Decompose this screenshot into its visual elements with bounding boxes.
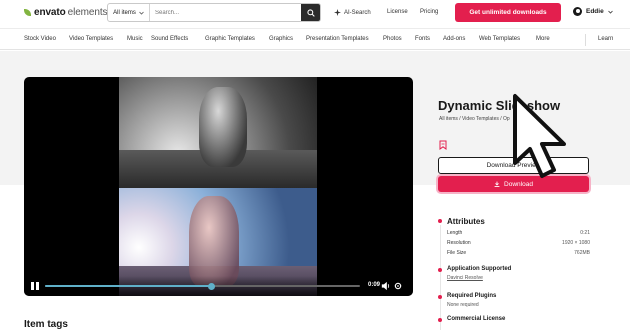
attribute-row-file-size: File Size 762MB [447, 250, 590, 256]
logo-sub: elements [67, 7, 108, 18]
chevron-down-icon [139, 11, 144, 15]
user-menu[interactable]: Eddie [573, 7, 613, 16]
logo-main: envato [34, 7, 66, 18]
download-icon [494, 181, 500, 187]
mouse-pointer-icon [513, 94, 566, 178]
gear-icon[interactable] [393, 281, 403, 291]
nav-graphic-templates[interactable]: Graphic Templates [205, 36, 255, 42]
sparkle-icon [334, 9, 341, 16]
nav-video-templates[interactable]: Video Templates [69, 36, 113, 42]
section-bullet [438, 268, 442, 272]
progress-bar[interactable] [45, 282, 360, 290]
get-unlimited-downloads-button[interactable]: Get unlimited downloads [455, 3, 561, 22]
bookmark-icon[interactable] [439, 140, 447, 150]
attribute-row-resolution: Resolution 1920 × 1080 [447, 240, 590, 246]
search-category-label: All items [113, 9, 136, 16]
search-icon [306, 8, 315, 17]
nav-music[interactable]: Music [127, 36, 143, 42]
current-time: 0:09 [368, 282, 381, 288]
nav-graphics[interactable]: Graphics [269, 36, 293, 42]
pause-icon [31, 282, 34, 290]
search-bar: All items [107, 3, 321, 22]
user-name: Eddie [586, 8, 604, 15]
attribute-label: Length [447, 230, 463, 236]
section-bullet [438, 318, 442, 322]
nav-add-ons[interactable]: Add-ons [443, 36, 465, 42]
nav-web-templates[interactable]: Web Templates [479, 36, 520, 42]
required-plugins-heading: Required Plugins [447, 293, 497, 299]
attribute-value: 0:21 [580, 230, 590, 236]
application-supported-heading: Application Supported [447, 266, 512, 272]
nav-presentation-templates[interactable]: Presentation Templates [306, 36, 369, 42]
application-link[interactable]: Davinci Resolve [447, 275, 483, 281]
envato-logo[interactable]: envato elements [24, 7, 108, 18]
nav-fonts[interactable]: Fonts [415, 36, 430, 42]
ai-search-link[interactable]: AI-Search [334, 9, 371, 16]
attribute-row-length: Length 0:21 [447, 230, 590, 236]
video-frame-top [119, 77, 317, 188]
nav-divider [585, 34, 586, 46]
attribute-value: 762MB [574, 250, 590, 256]
search-input[interactable] [150, 4, 301, 21]
top-bar: envatoelements All items AI-Search Licen… [0, 0, 630, 28]
leaf-icon [24, 9, 31, 16]
section-bullet [438, 295, 442, 299]
progress-handle[interactable] [208, 282, 216, 290]
nav-photos[interactable]: Photos [383, 36, 402, 42]
video-player[interactable]: 0:09 [24, 77, 413, 296]
license-link[interactable]: License [387, 9, 408, 15]
progress-fill [45, 285, 212, 287]
search-category-select[interactable]: All items [108, 4, 150, 21]
required-plugins-value: None required [447, 302, 479, 308]
ai-search-label: AI-Search [344, 9, 371, 16]
avatar [573, 7, 582, 16]
player-controls: 0:09 [24, 276, 413, 296]
item-tags-heading: Item tags [24, 319, 68, 330]
attribute-label: Resolution [447, 240, 471, 246]
nav-learn[interactable]: Learn [598, 36, 613, 42]
download-label: Download [504, 180, 533, 188]
category-nav: Stock Video Video Templates Music Sound … [0, 28, 630, 50]
nav-more[interactable]: More [536, 36, 550, 42]
attributes-heading: Attributes [447, 217, 485, 226]
attribute-value: 1920 × 1080 [562, 240, 590, 246]
attribute-label: File Size [447, 250, 467, 256]
attributes-timeline [439, 225, 441, 330]
pricing-link[interactable]: Pricing [420, 9, 438, 15]
chevron-down-icon [607, 10, 613, 14]
search-button[interactable] [301, 4, 320, 21]
pause-button[interactable] [31, 282, 39, 290]
nav-stock-video[interactable]: Stock Video [24, 36, 56, 42]
nav-sound-effects[interactable]: Sound Effects [151, 36, 188, 42]
attributes-bullet [438, 219, 442, 223]
volume-icon[interactable] [381, 281, 391, 291]
commercial-license-heading: Commercial License [447, 316, 506, 322]
pause-icon-bar [36, 282, 39, 290]
